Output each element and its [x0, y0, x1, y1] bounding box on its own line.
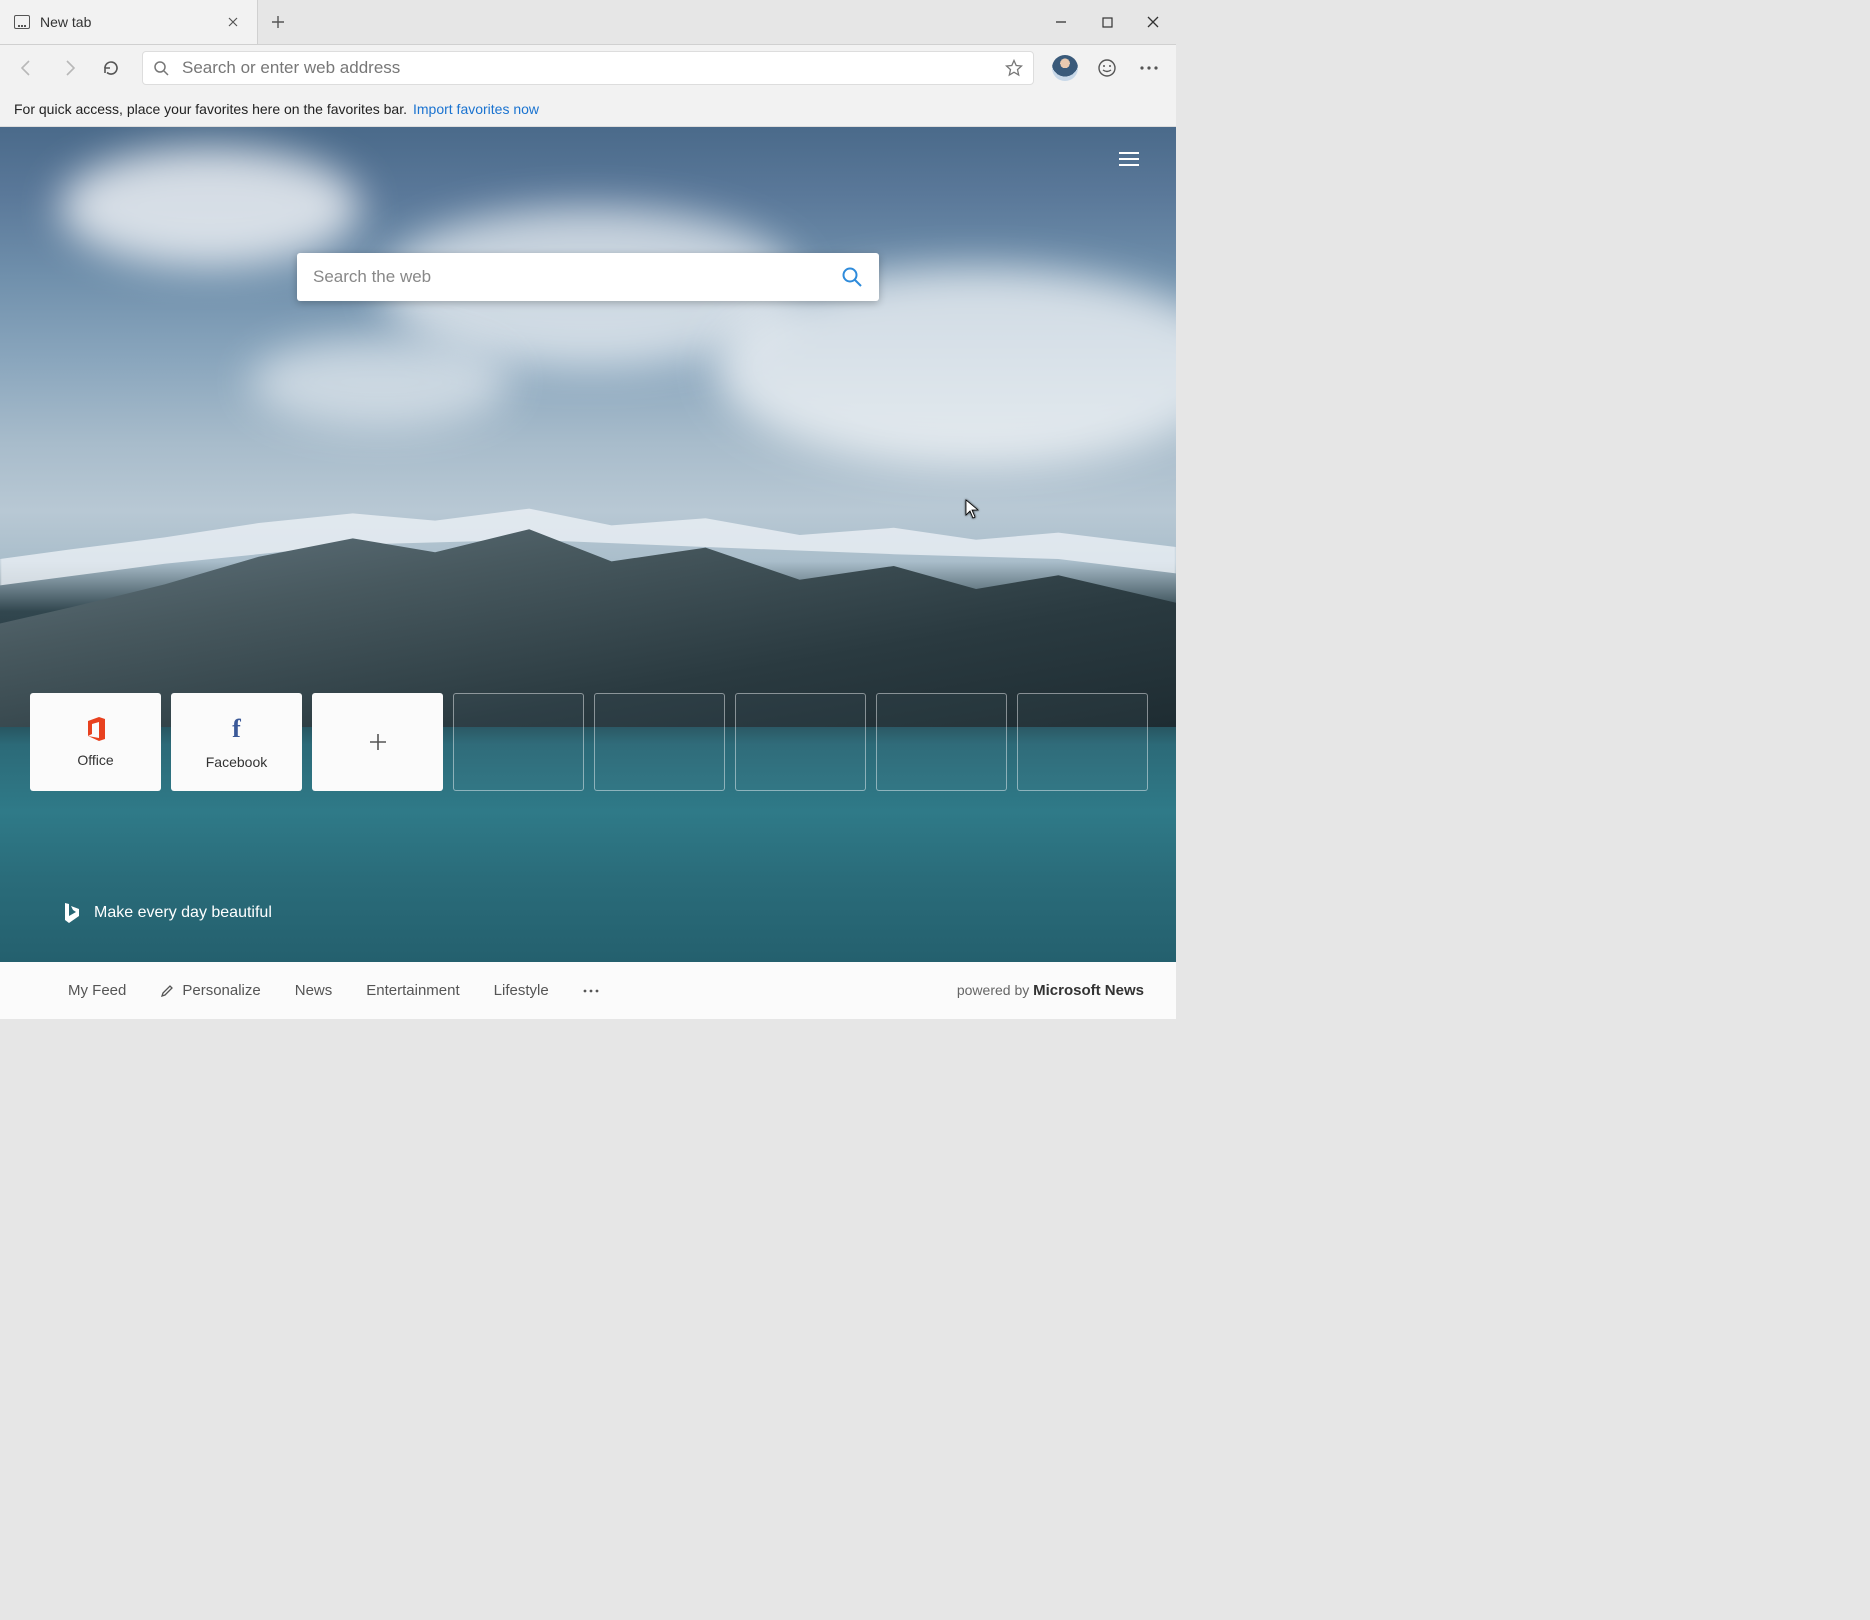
ntp-search-input[interactable]	[313, 267, 841, 287]
tab-title: New tab	[40, 14, 213, 30]
quick-link-placeholder	[876, 693, 1007, 791]
page-settings-button[interactable]	[1118, 151, 1140, 167]
quick-link-office[interactable]: Office	[30, 693, 161, 791]
facebook-icon: f	[232, 714, 241, 744]
feed-tab-label: Personalize	[182, 982, 260, 999]
feed-tab-myfeed[interactable]: My Feed	[68, 982, 126, 999]
feed-tab-entertainment[interactable]: Entertainment	[366, 982, 459, 999]
quick-link-facebook[interactable]: f Facebook	[171, 693, 302, 791]
toolbar	[0, 45, 1176, 91]
address-bar[interactable]	[142, 51, 1034, 85]
favorites-hint-text: For quick access, place your favorites h…	[14, 101, 407, 117]
profile-button[interactable]	[1046, 49, 1084, 87]
maximize-button[interactable]	[1084, 0, 1130, 44]
office-icon	[85, 716, 107, 742]
quick-link-label: Facebook	[206, 754, 267, 770]
background-decoration	[60, 147, 360, 267]
feed-tab-more[interactable]	[583, 989, 599, 993]
search-icon[interactable]	[841, 266, 863, 288]
search-icon	[153, 60, 170, 77]
image-tagline[interactable]: Make every day beautiful	[62, 902, 272, 924]
favorites-bar-hint: For quick access, place your favorites h…	[0, 91, 1176, 127]
feed-tab-news[interactable]: News	[295, 982, 333, 999]
feedback-smiley-button[interactable]	[1088, 49, 1126, 87]
window-controls	[1038, 0, 1176, 44]
new-tab-page: Office f Facebook Make every day beautif…	[0, 127, 1176, 962]
feed-tab-personalize[interactable]: Personalize	[160, 982, 260, 999]
pencil-icon	[160, 984, 174, 998]
background-decoration	[250, 337, 510, 427]
quick-link-placeholder	[594, 693, 725, 791]
mouse-cursor-icon	[965, 499, 979, 519]
more-icon	[583, 989, 599, 993]
plus-icon	[368, 732, 388, 752]
quick-link-placeholder	[453, 693, 584, 791]
browser-tab[interactable]: New tab	[0, 0, 258, 44]
new-tab-button[interactable]	[258, 0, 298, 44]
avatar	[1052, 55, 1078, 81]
bing-icon	[62, 902, 80, 924]
tab-favicon	[14, 15, 30, 29]
close-window-button[interactable]	[1130, 0, 1176, 44]
settings-menu-button[interactable]	[1130, 49, 1168, 87]
title-bar: New tab	[0, 0, 1176, 45]
quick-link-label: Office	[77, 752, 113, 768]
import-favorites-link[interactable]: Import favorites now	[413, 101, 539, 117]
back-button[interactable]	[8, 49, 46, 87]
minimize-button[interactable]	[1038, 0, 1084, 44]
feed-bar: My Feed Personalize News Entertainment L…	[0, 962, 1176, 1019]
add-quick-link-button[interactable]	[312, 693, 443, 791]
close-tab-icon[interactable]	[223, 12, 243, 32]
forward-button[interactable]	[50, 49, 88, 87]
feed-tab-lifestyle[interactable]: Lifestyle	[494, 982, 549, 999]
quick-link-placeholder	[1017, 693, 1148, 791]
favorite-star-icon[interactable]	[1005, 59, 1023, 77]
tagline-text: Make every day beautiful	[94, 904, 272, 922]
address-input[interactable]	[182, 58, 993, 78]
powered-by: powered by Microsoft News	[957, 982, 1144, 999]
ntp-search-box[interactable]	[297, 253, 879, 301]
quick-link-placeholder	[735, 693, 866, 791]
quick-links: Office f Facebook	[30, 693, 1148, 791]
refresh-button[interactable]	[92, 49, 130, 87]
